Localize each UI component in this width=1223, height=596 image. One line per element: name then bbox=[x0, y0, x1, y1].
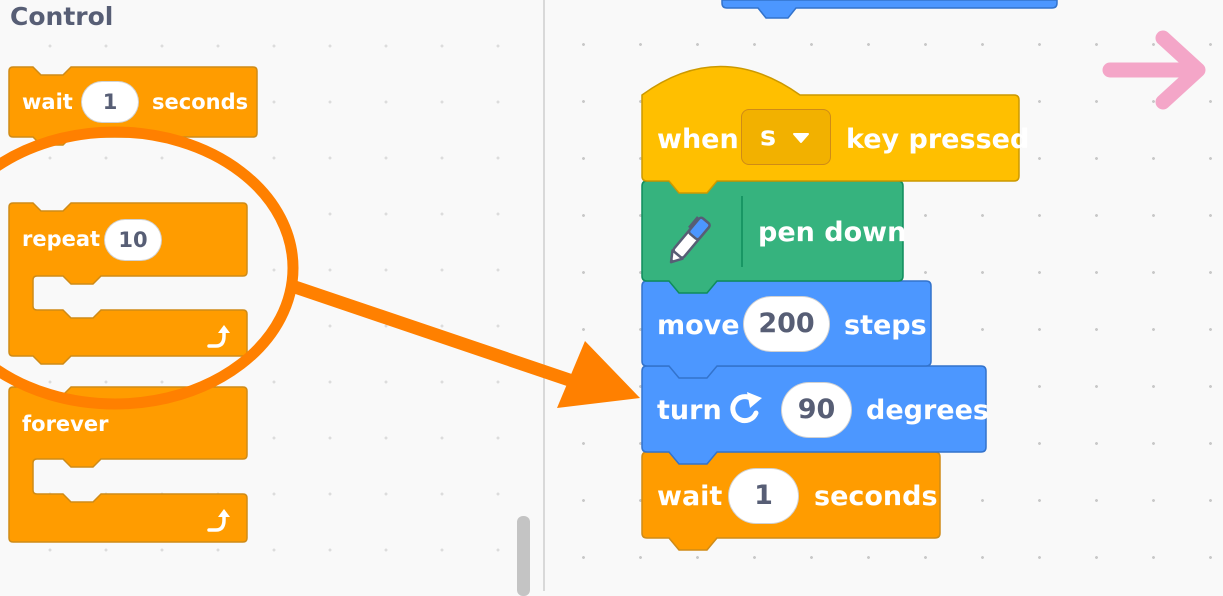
palette-wait-label: wait bbox=[22, 90, 73, 114]
script-wait-input[interactable]: 1 bbox=[728, 468, 799, 524]
pen-icon bbox=[669, 216, 711, 264]
move-suffix: steps bbox=[844, 310, 927, 341]
palette-repeat-label: repeat bbox=[22, 227, 101, 251]
turn-label: turn bbox=[657, 395, 722, 426]
palette-forever-label: forever bbox=[22, 412, 109, 436]
key-dropdown[interactable]: s bbox=[741, 109, 831, 165]
script-wait-label: wait bbox=[657, 481, 723, 512]
turn-degrees-input[interactable]: 90 bbox=[781, 382, 852, 438]
palette-wait-suffix: seconds bbox=[152, 90, 249, 114]
palette-repeat-input[interactable]: 10 bbox=[104, 219, 162, 261]
hat-suffix: key pressed bbox=[846, 124, 1030, 155]
turn-suffix: degrees bbox=[866, 395, 989, 426]
hat-when-label: when bbox=[657, 124, 739, 155]
move-steps-input[interactable]: 200 bbox=[743, 296, 830, 352]
blocks-canvas bbox=[0, 0, 1206, 551]
loop-arrow-icon bbox=[207, 509, 230, 532]
script-wait-suffix: seconds bbox=[814, 481, 938, 512]
partial-motion-block[interactable] bbox=[721, 0, 1058, 19]
annotation-arrow-line bbox=[289, 279, 593, 394]
key-dropdown-value: s bbox=[760, 121, 777, 152]
palette-wait-input[interactable]: 1 bbox=[81, 81, 139, 123]
pen-down-label: pen down bbox=[758, 217, 907, 248]
move-label: move bbox=[657, 310, 740, 341]
loop-arrow-icon bbox=[207, 325, 230, 348]
dropdown-caret-icon bbox=[793, 133, 809, 143]
turn-right-icon bbox=[730, 392, 762, 424]
